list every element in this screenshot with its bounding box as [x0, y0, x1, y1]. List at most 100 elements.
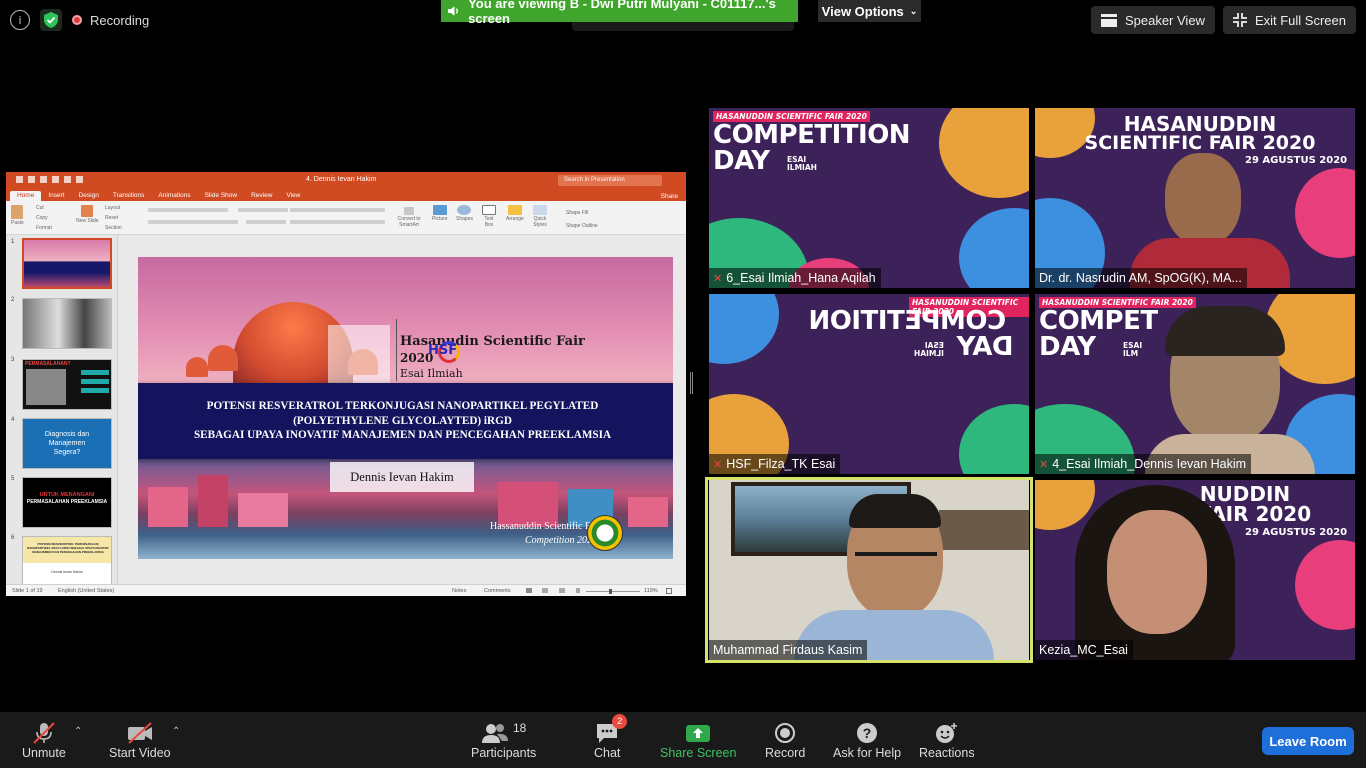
- slide-1[interactable]: Hasanudin Scientific Fair 2020 HSF Esai …: [138, 257, 673, 559]
- zoom-level[interactable]: 119%: [644, 588, 658, 594]
- view-options-button[interactable]: View Options ⌄: [818, 0, 921, 22]
- convert-smartart-button[interactable]: Convert to SmartArt: [394, 207, 424, 228]
- quick-styles-button[interactable]: Quick Styles: [531, 205, 549, 228]
- ask-for-help-button[interactable]: ? Ask for Help: [833, 720, 901, 760]
- shared-screen-powerpoint[interactable]: 4. Dennis Ievan Hakim Search in Presenta…: [6, 172, 686, 596]
- start-video-button[interactable]: Start Video: [109, 720, 171, 760]
- view-options-label: View Options: [821, 3, 904, 19]
- reading-view-icon[interactable]: [559, 588, 565, 593]
- text-box-button[interactable]: Text Box: [480, 205, 498, 228]
- share-screen-label: Share Screen: [660, 746, 737, 760]
- quick-styles-label: Quick Styles: [533, 216, 547, 228]
- notes-button[interactable]: Notes: [452, 588, 466, 594]
- recording-indicator[interactable]: Recording: [72, 13, 149, 28]
- security-shield-icon[interactable]: [40, 9, 62, 31]
- ppt-tab-design[interactable]: Design: [72, 191, 106, 201]
- slide-thumbnail-4[interactable]: Diagnosis dan Manajemen Segera?: [22, 418, 112, 469]
- day-title: DAY: [1039, 332, 1096, 362]
- comments-button[interactable]: Comments: [484, 588, 511, 594]
- audio-options-caret-icon[interactable]: ⌃: [74, 726, 82, 737]
- picture-button[interactable]: Picture: [432, 205, 448, 222]
- video-off-icon: [127, 722, 152, 744]
- zoom-slider[interactable]: [586, 591, 640, 592]
- paste-button[interactable]: Paste: [11, 205, 24, 226]
- copy-button[interactable]: Copy: [36, 213, 52, 223]
- zoom-slider-thumb[interactable]: [609, 589, 612, 594]
- ppt-tab-insert[interactable]: Insert: [41, 191, 71, 201]
- participant-video-face: [1165, 153, 1241, 245]
- slide-sorter-icon[interactable]: [542, 588, 548, 593]
- reactions-button[interactable]: Reactions: [919, 720, 975, 760]
- slide-thumbnail-6[interactable]: POTENSI RESVERATROL TERKONJUGASI NANOPAR…: [22, 536, 112, 584]
- shape-outline-button[interactable]: Shape Outline: [566, 220, 598, 233]
- participants-icon: [481, 724, 508, 743]
- slide-logo-panel: [328, 325, 390, 385]
- slide-thumbnail-3[interactable]: PERMASALAHAN?: [22, 359, 112, 410]
- leave-room-button[interactable]: Leave Room: [1262, 727, 1354, 755]
- fit-slide-icon[interactable]: [666, 588, 672, 594]
- mic-muted-icon: ✕: [1039, 458, 1049, 471]
- ppt-tab-transitions[interactable]: Transitions: [106, 191, 152, 201]
- picture-label: Picture: [432, 216, 448, 222]
- video-options-caret-icon[interactable]: ⌃: [172, 726, 180, 737]
- arrange-button[interactable]: Arrange: [506, 205, 524, 222]
- slide-thumbnail-1[interactable]: [22, 238, 112, 289]
- ppt-search-input[interactable]: Search in Presentation: [558, 175, 662, 186]
- shape-fill-button[interactable]: Shape Fill: [566, 207, 598, 220]
- record-button[interactable]: Record: [765, 720, 805, 760]
- ppt-tab-view[interactable]: View: [279, 191, 307, 201]
- cut-button[interactable]: Cut: [36, 203, 52, 213]
- top-left-controls: i Recording: [10, 8, 149, 32]
- unmute-button[interactable]: Unmute: [22, 720, 66, 760]
- info-icon[interactable]: i: [10, 10, 30, 30]
- speaker-view-button[interactable]: Speaker View: [1090, 6, 1215, 34]
- thumb-5-line1: UNTUK MENANGANI: [39, 492, 95, 498]
- slide-thumbnail-2[interactable]: [22, 298, 112, 349]
- ppt-ribbon-tabs: Home Insert Design Transitions Animation…: [6, 189, 686, 201]
- ppt-tab-animations[interactable]: Animations: [151, 191, 197, 201]
- video-tile-nasrudin[interactable]: HASANUDDIN SCIENTIFIC FAIR 2020 29 AGUST…: [1035, 108, 1355, 288]
- reset-button[interactable]: Reset: [105, 213, 122, 223]
- participants-button[interactable]: 18 Participants: [471, 720, 536, 760]
- exit-fullscreen-button[interactable]: Exit Full Screen: [1222, 6, 1356, 34]
- fair-date: 29 AGUSTUS 2020: [1245, 527, 1348, 538]
- ppt-tab-home[interactable]: Home: [10, 191, 42, 201]
- participant-name: 4_Esai Ilmiah_Dennis Ievan Hakim: [1052, 457, 1247, 471]
- reactions-icon: [935, 723, 957, 743]
- thumb-number: 1: [11, 239, 15, 245]
- split-resize-handle[interactable]: [690, 372, 693, 394]
- layout-button[interactable]: Layout: [105, 203, 122, 213]
- ppt-status-bar: Slide 1 of 19 English (United States) No…: [6, 584, 686, 596]
- help-icon: ?: [857, 723, 878, 743]
- slide-thumbnail-5[interactable]: UNTUK MENANGANI PERMASALAHAN PREEKLAMSIA: [22, 477, 112, 528]
- video-tile-dennis[interactable]: HASANUDDIN SCIENTIFIC FAIR 2020 COMPET D…: [1035, 294, 1355, 474]
- paste-label: Paste: [11, 220, 24, 226]
- video-tile-filza[interactable]: HASANUDDIN SCIENTIFIC FAIR 2020 COMPETIT…: [709, 294, 1029, 474]
- new-slide-button[interactable]: New Slide: [76, 205, 99, 224]
- thumb-6-author: Dennis Ievan Hakim: [51, 570, 83, 574]
- shapes-button[interactable]: Shapes: [456, 205, 473, 222]
- chat-button[interactable]: 2 Chat: [594, 714, 628, 760]
- share-screen-button[interactable]: Share Screen: [660, 720, 736, 760]
- slide-title-line-2: (POLYETHYLENE GLYCOLAYTED) iRGD: [293, 414, 512, 427]
- ppt-share-button[interactable]: Share: [661, 193, 678, 200]
- thumb-4-title: Diagnosis dan Manajemen Segera?: [44, 431, 90, 456]
- unmute-label: Unmute: [22, 746, 66, 760]
- video-tile-kezia[interactable]: NUDDIN FAIR 2020 29 AGUSTUS 2020 Kezia_M…: [1035, 480, 1355, 660]
- chat-unread-badge: 2: [612, 714, 628, 729]
- slide-thumbnail-pane[interactable]: 1 2 3 PERMASALAHAN? 4 Diagnosis dan Mana…: [6, 235, 118, 584]
- thumb-3-title: PERMASALAHAN?: [25, 361, 71, 367]
- language-indicator[interactable]: English (United States): [58, 588, 114, 594]
- video-tile-hana[interactable]: HASANUDDIN SCIENTIFIC FAIR 2020 COMPETIT…: [709, 108, 1029, 288]
- normal-view-icon[interactable]: [526, 588, 532, 593]
- day-title: DAY: [957, 332, 1014, 362]
- ppt-tab-slide-show[interactable]: Slide Show: [198, 191, 245, 201]
- slide-editing-canvas[interactable]: Hasanudin Scientific Fair 2020 HSF Esai …: [118, 235, 686, 584]
- format-button[interactable]: Format: [36, 223, 52, 233]
- chevron-down-icon: ⌄: [909, 5, 918, 16]
- ppt-tab-review[interactable]: Review: [244, 191, 279, 201]
- top-right-controls: Speaker View Exit Full Screen: [1090, 6, 1356, 34]
- section-button[interactable]: Section: [105, 223, 122, 233]
- ppt-window-title: 4. Dennis Ievan Hakim: [306, 176, 377, 183]
- slideshow-icon[interactable]: [576, 588, 580, 593]
